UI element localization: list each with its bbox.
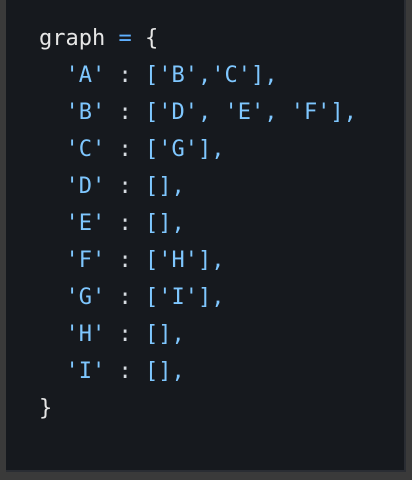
code-line-5: 'D' : [], (39, 168, 357, 205)
code-line-4: 'C' : ['G'], (39, 131, 357, 168)
colon: : (105, 359, 145, 384)
dict-key: 'D' (65, 174, 106, 199)
colon: : (105, 322, 145, 347)
code-line-3: 'B' : ['D', 'E', 'F'], (39, 94, 357, 131)
colon: : (105, 211, 145, 236)
dict-value: [], (145, 359, 185, 384)
code-line-7: 'F' : ['H'], (39, 242, 357, 279)
code-line-1: graph = { (39, 20, 357, 57)
dict-key: 'H' (65, 322, 106, 347)
dict-value: ['H'], (145, 248, 225, 273)
dict-value: ['B','C'], (145, 63, 278, 88)
code-line-11: } (39, 390, 357, 427)
code-line-9: 'H' : [], (39, 316, 357, 353)
dict-value: ['I'], (145, 285, 225, 310)
colon: : (105, 248, 145, 273)
dict-key: 'B' (65, 100, 106, 125)
code-line-6: 'E' : [], (39, 205, 357, 242)
dict-key: 'I' (65, 359, 106, 384)
close-brace: } (39, 396, 53, 421)
dict-value: [], (145, 211, 185, 236)
colon: : (105, 285, 145, 310)
dict-value: ['G'], (145, 137, 225, 162)
colon: : (105, 100, 145, 125)
assign-operator: = (105, 26, 145, 51)
code-line-10: 'I' : [], (39, 353, 357, 390)
dict-value: ['D', 'E', 'F'], (145, 100, 357, 125)
screenshot-frame: graph = { 'A' : ['B','C'], 'B' : ['D', '… (0, 0, 412, 480)
variable-name: graph (39, 26, 106, 51)
code-line-8: 'G' : ['I'], (39, 279, 357, 316)
colon: : (105, 174, 145, 199)
colon: : (105, 63, 145, 88)
dict-key: 'E' (65, 211, 106, 236)
code-editor: graph = { 'A' : ['B','C'], 'B' : ['D', '… (6, 0, 406, 472)
dict-key: 'A' (65, 63, 106, 88)
open-brace: { (144, 26, 159, 51)
code-block: graph = { 'A' : ['B','C'], 'B' : ['D', '… (39, 20, 357, 427)
dict-key: 'C' (65, 137, 106, 162)
dict-key: 'F' (65, 248, 106, 273)
colon: : (105, 137, 145, 162)
dict-value: [], (145, 174, 185, 199)
dict-key: 'G' (65, 285, 106, 310)
code-line-2: 'A' : ['B','C'], (39, 57, 357, 94)
dict-value: [], (145, 322, 185, 347)
